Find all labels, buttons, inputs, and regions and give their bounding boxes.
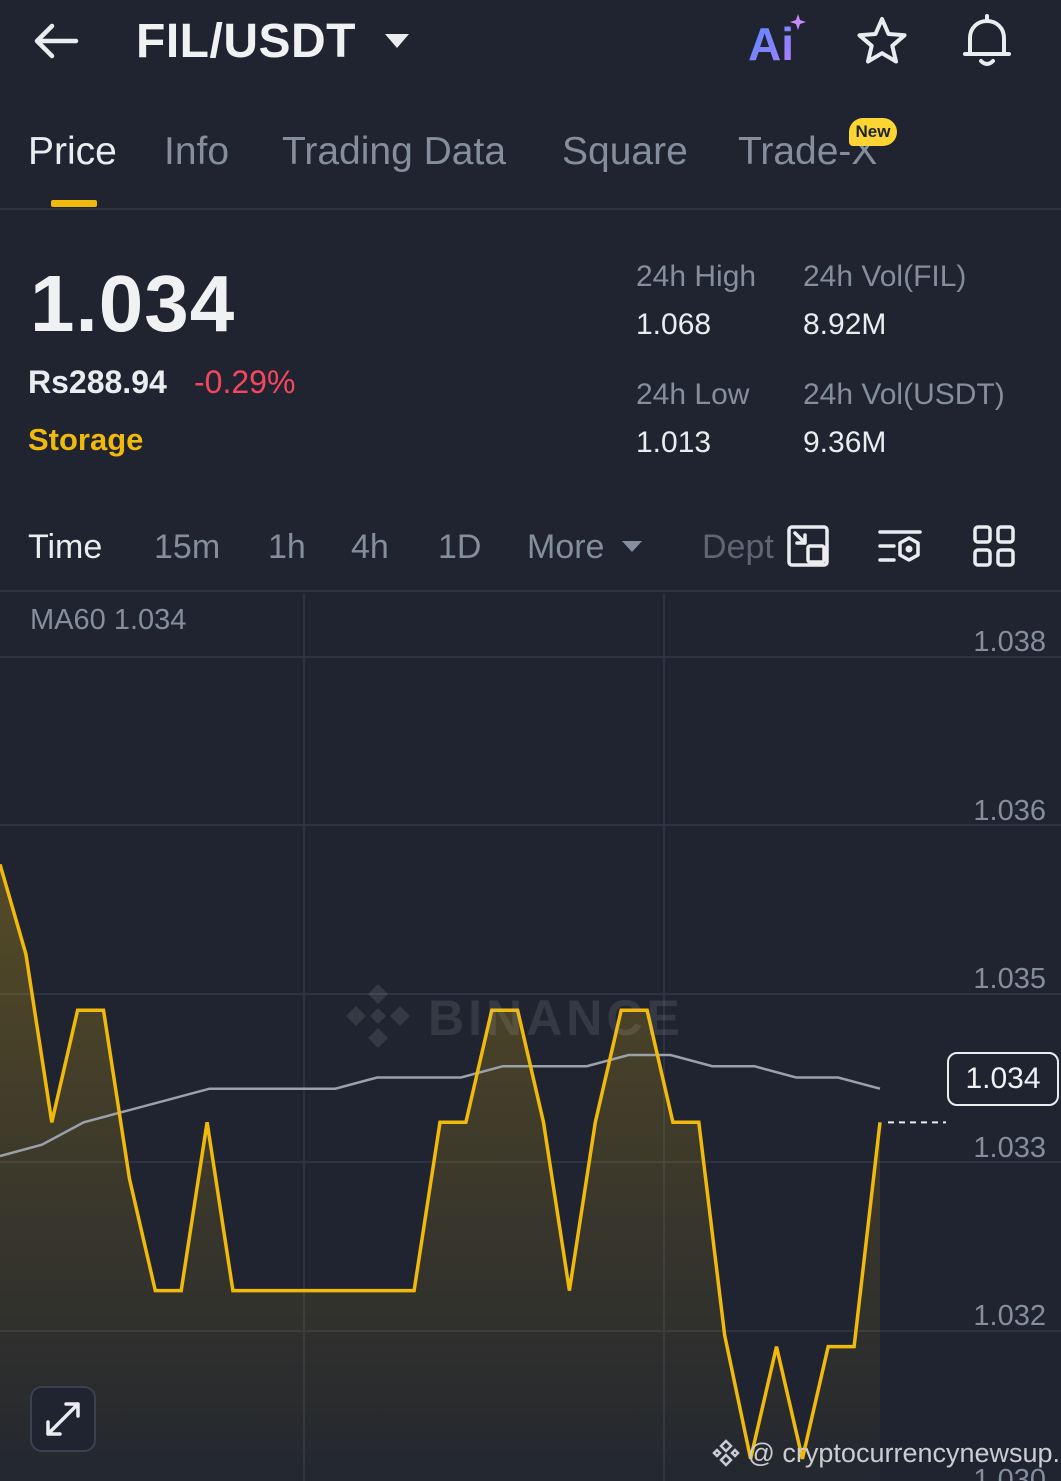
price-area-fill (0, 864, 880, 1481)
tab-depth[interactable]: Depth (702, 528, 776, 567)
vol-quote-label: 24h Vol(USDT) (803, 378, 1005, 411)
indicator-settings-icon[interactable] (878, 524, 922, 568)
binance-logo-icon (712, 1439, 740, 1467)
notification-bell-icon[interactable] (958, 12, 1016, 70)
main-tabs: Price Info Trading Data Square Trade-X (0, 110, 1061, 210)
y-axis-tick-label: 1.036 (973, 795, 1046, 827)
ai-label: Ai (748, 18, 794, 68)
tab-price[interactable]: Price (28, 130, 117, 174)
new-badge: New (849, 118, 897, 146)
binance-wordmark: BINANCE (428, 990, 684, 1046)
pair-title[interactable]: FIL/USDT (136, 14, 356, 69)
binance-watermark: BINANCE (346, 984, 684, 1048)
y-axis-tick-label: 1.032 (973, 1300, 1046, 1332)
ai-assistant-icon[interactable]: Ai (746, 12, 810, 68)
last-price: 1.034 (30, 259, 236, 348)
high-label: 24h High (636, 260, 757, 293)
price-change-percent: -0.29% (194, 364, 296, 400)
fullscreen-button[interactable] (30, 1386, 96, 1452)
interval-4h[interactable]: 4h (351, 528, 389, 567)
chart-resize-icon[interactable] (786, 524, 830, 568)
ma60-indicator-label: MA60 1.034 (30, 604, 187, 636)
fiat-price: Rs288.94 (28, 364, 167, 400)
vol-base-label: 24h Vol(FIL) (803, 260, 967, 293)
y-axis-tick-label: 1.035 (973, 963, 1046, 995)
vol-base-value: 8.92M (803, 308, 887, 341)
expand-icon (46, 1402, 80, 1436)
y-axis-tick-label: 1.033 (973, 1132, 1046, 1164)
current-price-tag: 1.034 (947, 1052, 1059, 1106)
back-arrow-icon[interactable] (28, 16, 84, 66)
source-watermark: @ cryptocurrencynewsup... (712, 1438, 1058, 1469)
more-caret-icon[interactable] (620, 538, 644, 554)
tab-info[interactable]: Info (164, 130, 229, 174)
chevron-down-icon[interactable] (382, 30, 412, 52)
interval-time[interactable]: Time (28, 528, 102, 567)
interval-15m[interactable]: 15m (154, 528, 220, 567)
high-value: 1.068 (636, 308, 712, 341)
layout-grid-icon[interactable] (972, 524, 1016, 568)
category-tag[interactable]: Storage (28, 422, 143, 458)
interval-bar: Time 15m 1h 4h 1D More Depth (0, 500, 1061, 592)
tab-trading-data[interactable]: Trading Data (282, 130, 506, 174)
top-bar: FIL/USDT Ai (0, 0, 1061, 90)
interval-1d[interactable]: 1D (438, 528, 481, 567)
watermark-text: @ cryptocurrencynewsup... (747, 1438, 1058, 1468)
vol-quote-value: 9.36M (803, 426, 887, 459)
active-tab-indicator (51, 200, 97, 207)
low-value: 1.013 (636, 426, 712, 459)
interval-1h[interactable]: 1h (268, 528, 306, 567)
low-label: 24h Low (636, 378, 750, 411)
tab-square[interactable]: Square (562, 130, 688, 174)
y-axis-tick-label: 1.038 (973, 626, 1046, 658)
favorite-star-icon[interactable] (854, 14, 910, 70)
interval-more[interactable]: More (527, 528, 604, 567)
